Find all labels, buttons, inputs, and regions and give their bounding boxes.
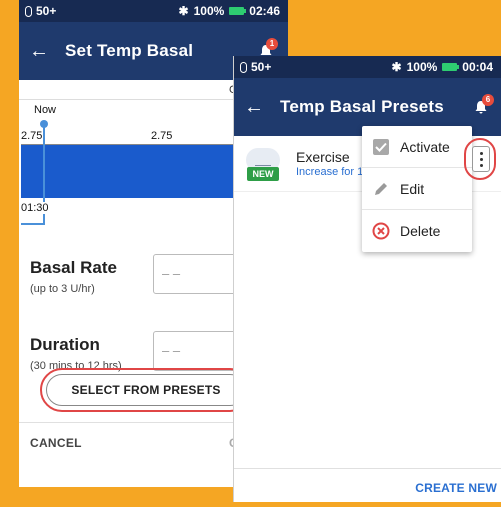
delete-x-icon xyxy=(372,222,390,240)
clock-time: 00:04 xyxy=(462,60,493,74)
basal-rate-label: Basal Rate xyxy=(30,258,117,277)
back-arrow-icon[interactable]: ← xyxy=(244,97,264,117)
page-title: Temp Basal Presets xyxy=(280,97,444,116)
pod-status: 50+ xyxy=(36,4,57,18)
graph-marker-foot xyxy=(21,223,45,225)
preset-description: Increase for 1 xyxy=(296,166,364,178)
graph-now-dot xyxy=(40,120,48,128)
new-badge: NEW xyxy=(247,167,279,181)
pencil-icon xyxy=(372,180,390,198)
status-bar: 50+ ✱ 100% 00:04 xyxy=(234,56,501,78)
status-bar: 50+ ✱ 100% 02:46 xyxy=(19,0,288,22)
graph-now-label: Now xyxy=(34,104,57,116)
notification-badge: 1 xyxy=(266,38,278,50)
pod-status: 50+ xyxy=(251,60,272,74)
pod-icon xyxy=(240,61,247,73)
more-options-icon[interactable] xyxy=(472,146,490,172)
graph-time-label: 01:30 xyxy=(21,202,49,214)
cancel-button[interactable]: CANCEL xyxy=(30,436,82,450)
basal-rate-hint: (up to 3 U/hr) xyxy=(30,283,95,295)
checkbox-icon xyxy=(372,138,390,156)
battery-icon xyxy=(229,7,247,15)
create-new-button[interactable]: CREATE NEW xyxy=(415,481,497,495)
menu-item-delete[interactable]: Delete xyxy=(362,210,472,252)
menu-edit-label: Edit xyxy=(400,180,425,197)
menu-item-activate[interactable]: Activate xyxy=(362,126,472,168)
back-arrow-icon[interactable]: ← xyxy=(29,41,49,61)
bluetooth-icon: ✱ xyxy=(391,60,402,74)
graph-value-left: 2.75 xyxy=(21,130,43,142)
divider xyxy=(234,468,501,469)
page-title: Set Temp Basal xyxy=(65,41,194,60)
clock-time: 02:46 xyxy=(249,4,280,18)
battery-icon xyxy=(442,63,460,71)
graph-value-right: 2.75 xyxy=(151,130,173,142)
battery-percent: 100% xyxy=(406,60,438,74)
menu-delete-label: Delete xyxy=(400,223,441,239)
bluetooth-icon: ✱ xyxy=(178,4,189,18)
menu-item-edit[interactable]: Edit xyxy=(362,168,472,210)
preset-options-menu: Activate Edit Delete xyxy=(362,126,472,252)
battery-percent: 100% xyxy=(193,4,225,18)
temp-basal-presets-screen: 50+ ✱ 100% 00:04 ← Temp Basal Presets 6 … xyxy=(233,56,501,502)
menu-activate-label: Activate xyxy=(400,138,450,155)
pod-icon xyxy=(25,5,32,17)
select-from-presets-button[interactable]: SELECT FROM PRESETS xyxy=(46,374,246,406)
notification-badge: 6 xyxy=(482,94,494,106)
duration-label: Duration xyxy=(30,335,100,354)
preset-name: Exercise xyxy=(296,149,350,165)
